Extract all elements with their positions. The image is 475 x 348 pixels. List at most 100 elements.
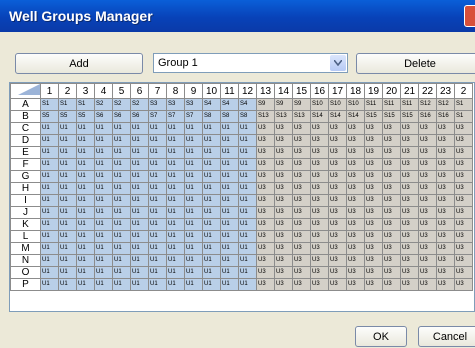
well-cell[interactable]: U3 xyxy=(328,146,347,159)
well-cell[interactable]: U1 xyxy=(202,242,221,255)
well-cell[interactable]: U3 xyxy=(328,278,347,291)
column-header[interactable]: 18 xyxy=(346,83,365,99)
well-cell[interactable]: U1 xyxy=(76,230,95,243)
well-cell[interactable]: U1 xyxy=(112,218,131,231)
well-cell[interactable]: U3 xyxy=(382,254,401,267)
well-cell[interactable]: U3 xyxy=(274,146,293,159)
well-cell[interactable]: U1 xyxy=(148,158,167,171)
well-cell[interactable]: U3 xyxy=(328,134,347,147)
row-header[interactable]: A xyxy=(10,98,41,111)
well-cell[interactable]: U3 xyxy=(418,146,437,159)
well-cell[interactable]: U1 xyxy=(94,218,113,231)
well-cell[interactable]: U3 xyxy=(292,206,311,219)
well-cell[interactable]: U1 xyxy=(166,194,185,207)
well-cell[interactable]: U1 xyxy=(148,218,167,231)
well-cell[interactable]: U1 xyxy=(40,182,59,195)
well-cell[interactable]: U1 xyxy=(202,194,221,207)
well-cell[interactable]: U3 xyxy=(400,122,419,135)
well-cell[interactable]: U3 xyxy=(274,278,293,291)
well-cell[interactable]: U3 xyxy=(346,206,365,219)
column-header[interactable]: 9 xyxy=(184,83,203,99)
well-cell[interactable]: U1 xyxy=(76,254,95,267)
well-cell[interactable]: U1 xyxy=(94,134,113,147)
well-cell[interactable]: U3 xyxy=(292,266,311,279)
well-cell[interactable]: S4 xyxy=(202,98,221,111)
well-cell[interactable]: U3 xyxy=(436,254,455,267)
well-cell[interactable]: U3 xyxy=(436,266,455,279)
well-cell[interactable]: U3 xyxy=(274,206,293,219)
well-cell[interactable]: U1 xyxy=(220,158,239,171)
well-cell[interactable]: U1 xyxy=(40,278,59,291)
well-cell[interactable]: S11 xyxy=(382,98,401,111)
well-cell[interactable]: U1 xyxy=(76,242,95,255)
well-cell[interactable]: U3 xyxy=(310,230,329,243)
well-cell[interactable]: U3 xyxy=(382,218,401,231)
well-cell[interactable]: U1 xyxy=(112,134,131,147)
well-cell[interactable]: U3 xyxy=(274,230,293,243)
delete-button[interactable]: Delete xyxy=(356,53,475,74)
well-cell[interactable]: U3 xyxy=(454,278,473,291)
well-cell[interactable]: U3 xyxy=(274,266,293,279)
well-cell[interactable]: U1 xyxy=(238,194,257,207)
row-header[interactable]: L xyxy=(10,230,41,243)
column-header[interactable]: 22 xyxy=(418,83,437,99)
well-cell[interactable]: U1 xyxy=(58,254,77,267)
well-cell[interactable]: U3 xyxy=(256,266,275,279)
well-cell[interactable]: U3 xyxy=(454,254,473,267)
row-header[interactable]: P xyxy=(10,278,41,291)
add-button[interactable]: Add xyxy=(15,53,143,74)
well-cell[interactable]: S16 xyxy=(418,110,437,123)
well-cell[interactable]: U3 xyxy=(364,266,383,279)
well-cell[interactable]: U3 xyxy=(364,170,383,183)
well-cell[interactable]: S13 xyxy=(274,110,293,123)
well-cell[interactable]: U3 xyxy=(454,194,473,207)
well-cell[interactable]: U3 xyxy=(292,194,311,207)
well-cell[interactable]: U1 xyxy=(94,206,113,219)
well-cell[interactable]: U3 xyxy=(364,278,383,291)
well-cell[interactable]: U3 xyxy=(418,242,437,255)
well-cell[interactable]: U1 xyxy=(94,182,113,195)
column-header[interactable]: 5 xyxy=(112,83,131,99)
well-cell[interactable]: U1 xyxy=(238,278,257,291)
well-cell[interactable]: U3 xyxy=(292,170,311,183)
well-cell[interactable]: U1 xyxy=(76,194,95,207)
column-header[interactable]: 19 xyxy=(364,83,383,99)
well-cell[interactable]: U1 xyxy=(148,134,167,147)
well-cell[interactable]: U1 xyxy=(166,134,185,147)
well-cell[interactable]: U1 xyxy=(130,194,149,207)
well-cell[interactable]: U1 xyxy=(58,182,77,195)
well-cell[interactable]: U1 xyxy=(184,242,203,255)
well-cell[interactable]: U3 xyxy=(346,254,365,267)
well-cell[interactable]: U3 xyxy=(418,194,437,207)
well-cell[interactable]: U1 xyxy=(130,182,149,195)
well-cell[interactable]: U1 xyxy=(40,158,59,171)
well-cell[interactable]: U3 xyxy=(400,266,419,279)
row-header[interactable]: J xyxy=(10,206,41,219)
well-cell[interactable]: U1 xyxy=(40,134,59,147)
well-cell[interactable]: U1 xyxy=(238,218,257,231)
well-cell[interactable]: U1 xyxy=(76,206,95,219)
well-cell[interactable]: U3 xyxy=(454,146,473,159)
well-cell[interactable]: U1 xyxy=(184,170,203,183)
well-cell[interactable]: U3 xyxy=(400,194,419,207)
well-cell[interactable]: U3 xyxy=(292,146,311,159)
well-cell[interactable]: U1 xyxy=(112,206,131,219)
well-cell[interactable]: U3 xyxy=(436,194,455,207)
well-cell[interactable]: U3 xyxy=(382,182,401,195)
well-cell[interactable]: U3 xyxy=(400,170,419,183)
well-cell[interactable]: U3 xyxy=(310,122,329,135)
well-cell[interactable]: U3 xyxy=(292,254,311,267)
well-cell[interactable]: U3 xyxy=(310,170,329,183)
well-cell[interactable]: U3 xyxy=(328,122,347,135)
well-cell[interactable]: U1 xyxy=(184,122,203,135)
well-cell[interactable]: U3 xyxy=(436,206,455,219)
well-cell[interactable]: U1 xyxy=(40,122,59,135)
well-cell[interactable]: U1 xyxy=(166,230,185,243)
well-cell[interactable]: U1 xyxy=(166,170,185,183)
well-cell[interactable]: S8 xyxy=(202,110,221,123)
well-cell[interactable]: U3 xyxy=(418,134,437,147)
cancel-button[interactable]: Cancel xyxy=(418,326,475,347)
well-cell[interactable]: U1 xyxy=(130,206,149,219)
well-cell[interactable]: U1 xyxy=(202,134,221,147)
row-header[interactable]: H xyxy=(10,182,41,195)
